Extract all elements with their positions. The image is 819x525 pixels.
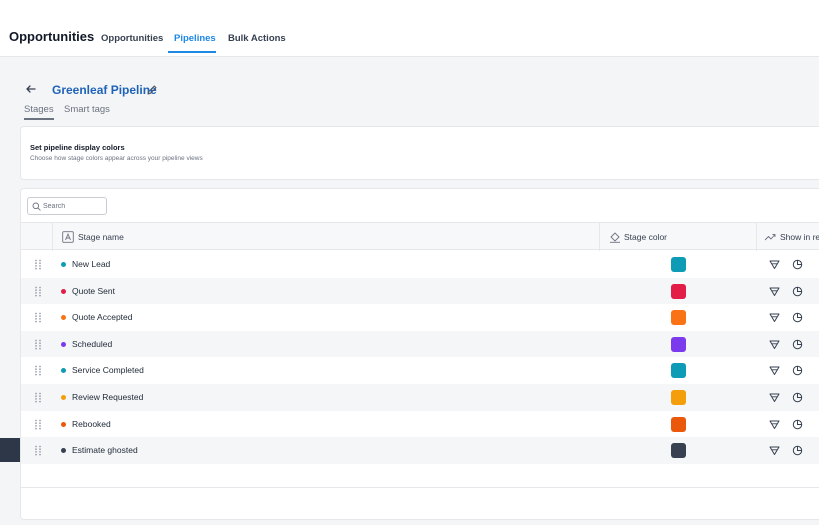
table-row[interactable]: Rebooked: [21, 411, 819, 438]
table-bottom-divider: [21, 487, 819, 488]
stage-name: New Lead: [72, 259, 111, 269]
pie-chart-icon[interactable]: [792, 445, 803, 456]
funnel-icon[interactable]: [769, 259, 780, 270]
table-row[interactable]: Estimate ghosted: [21, 437, 819, 464]
search-box[interactable]: [27, 197, 107, 215]
table-row[interactable]: Scheduled: [21, 330, 819, 358]
stage-name: Review Requested: [72, 392, 144, 402]
display-colors-description: Choose how stage colors appear across yo…: [30, 155, 203, 162]
tab-bulk-actions[interactable]: Bulk Actions: [228, 33, 286, 44]
column-divider: [756, 223, 757, 251]
stage-color-dot: [61, 448, 66, 454]
active-tab-indicator: [168, 51, 216, 53]
stage-color-dot: [61, 421, 66, 427]
display-colors-title: Set pipeline display colors: [30, 143, 125, 152]
drag-handle-icon[interactable]: [34, 312, 42, 323]
table-row[interactable]: Quote Accepted: [21, 304, 819, 331]
stage-color-swatch[interactable]: [671, 416, 686, 432]
table-row[interactable]: Quote Sent: [21, 277, 819, 305]
funnel-icon[interactable]: [769, 445, 780, 456]
column-divider: [52, 223, 53, 251]
pie-chart-icon[interactable]: [792, 419, 803, 430]
stage-name: Scheduled: [72, 338, 113, 349]
column-divider: [599, 223, 600, 251]
text-type-icon: [62, 231, 74, 243]
drag-handle-icon[interactable]: [34, 392, 42, 403]
stage-name: Estimate ghosted: [72, 445, 138, 456]
trend-icon: [764, 234, 776, 241]
stage-color-swatch[interactable]: [671, 390, 686, 405]
funnel-icon[interactable]: [769, 286, 780, 297]
pie-chart-icon[interactable]: [792, 286, 803, 297]
stage-color-swatch[interactable]: [671, 283, 686, 299]
column-stage-name[interactable]: Stage name: [78, 232, 124, 242]
funnel-icon[interactable]: [769, 339, 780, 350]
arrow-left-icon[interactable]: [24, 82, 38, 96]
stage-color-dot: [61, 262, 66, 267]
stage-name: Rebooked: [72, 418, 111, 429]
drag-handle-icon[interactable]: [34, 339, 42, 350]
stage-color-dot: [61, 315, 66, 321]
sidebar-edge: [0, 438, 20, 462]
column-stage-color[interactable]: Stage color: [624, 232, 667, 242]
stage-name: Service Completed: [72, 365, 144, 376]
top-bar: Opportunities Opportunities Pipelines Bu…: [0, 0, 819, 57]
search-icon: [32, 202, 41, 211]
table-row[interactable]: Review Requested: [21, 384, 819, 411]
drag-handle-icon[interactable]: [34, 259, 42, 270]
funnel-icon[interactable]: [769, 312, 780, 323]
drag-handle-icon[interactable]: [34, 365, 42, 376]
table-row[interactable]: New Lead: [21, 251, 819, 278]
stage-color-swatch[interactable]: [671, 257, 686, 272]
pencil-icon[interactable]: [146, 84, 158, 96]
paint-bucket-icon: [610, 232, 620, 243]
funnel-icon[interactable]: [769, 419, 780, 430]
pie-chart-icon[interactable]: [792, 392, 803, 403]
tab-opportunities[interactable]: Opportunities: [101, 33, 163, 44]
search-input[interactable]: [43, 200, 103, 212]
table-header: Stage name Stage color Show in re: [21, 222, 819, 251]
stage-color-dot: [61, 368, 66, 374]
subtab-smart-tags[interactable]: Smart tags: [64, 104, 110, 115]
funnel-icon[interactable]: [769, 365, 780, 376]
pie-chart-icon[interactable]: [792, 259, 803, 270]
stage-color-dot: [61, 341, 66, 347]
pie-chart-icon[interactable]: [792, 312, 803, 323]
stage-name: Quote Sent: [72, 285, 116, 296]
stages-table-card: Stage name Stage color Show in re New Le…: [20, 188, 819, 520]
stage-color-swatch[interactable]: [671, 363, 686, 379]
drag-handle-icon[interactable]: [34, 286, 42, 297]
funnel-icon[interactable]: [769, 392, 780, 403]
app-title: Opportunities: [9, 29, 95, 44]
stage-color-swatch[interactable]: [671, 310, 686, 326]
table-row[interactable]: Service Completed: [21, 357, 819, 384]
drag-handle-icon[interactable]: [34, 445, 42, 456]
subtab-stages[interactable]: Stages: [24, 104, 54, 115]
column-show-in[interactable]: Show in re: [780, 232, 819, 242]
pie-chart-icon[interactable]: [792, 365, 803, 376]
stage-color-swatch[interactable]: [671, 336, 686, 352]
stage-color-dot: [61, 395, 66, 400]
stage-name: Quote Accepted: [72, 312, 133, 323]
display-colors-card: Set pipeline display colors Choose how s…: [20, 126, 819, 180]
stage-color-dot: [61, 288, 66, 294]
pie-chart-icon[interactable]: [792, 339, 803, 350]
active-subtab-indicator: [24, 118, 54, 120]
drag-handle-icon[interactable]: [34, 419, 42, 430]
stage-color-swatch[interactable]: [671, 443, 686, 459]
pipeline-title: Greenleaf Pipeline: [52, 83, 157, 97]
tab-pipelines[interactable]: Pipelines: [174, 33, 216, 44]
